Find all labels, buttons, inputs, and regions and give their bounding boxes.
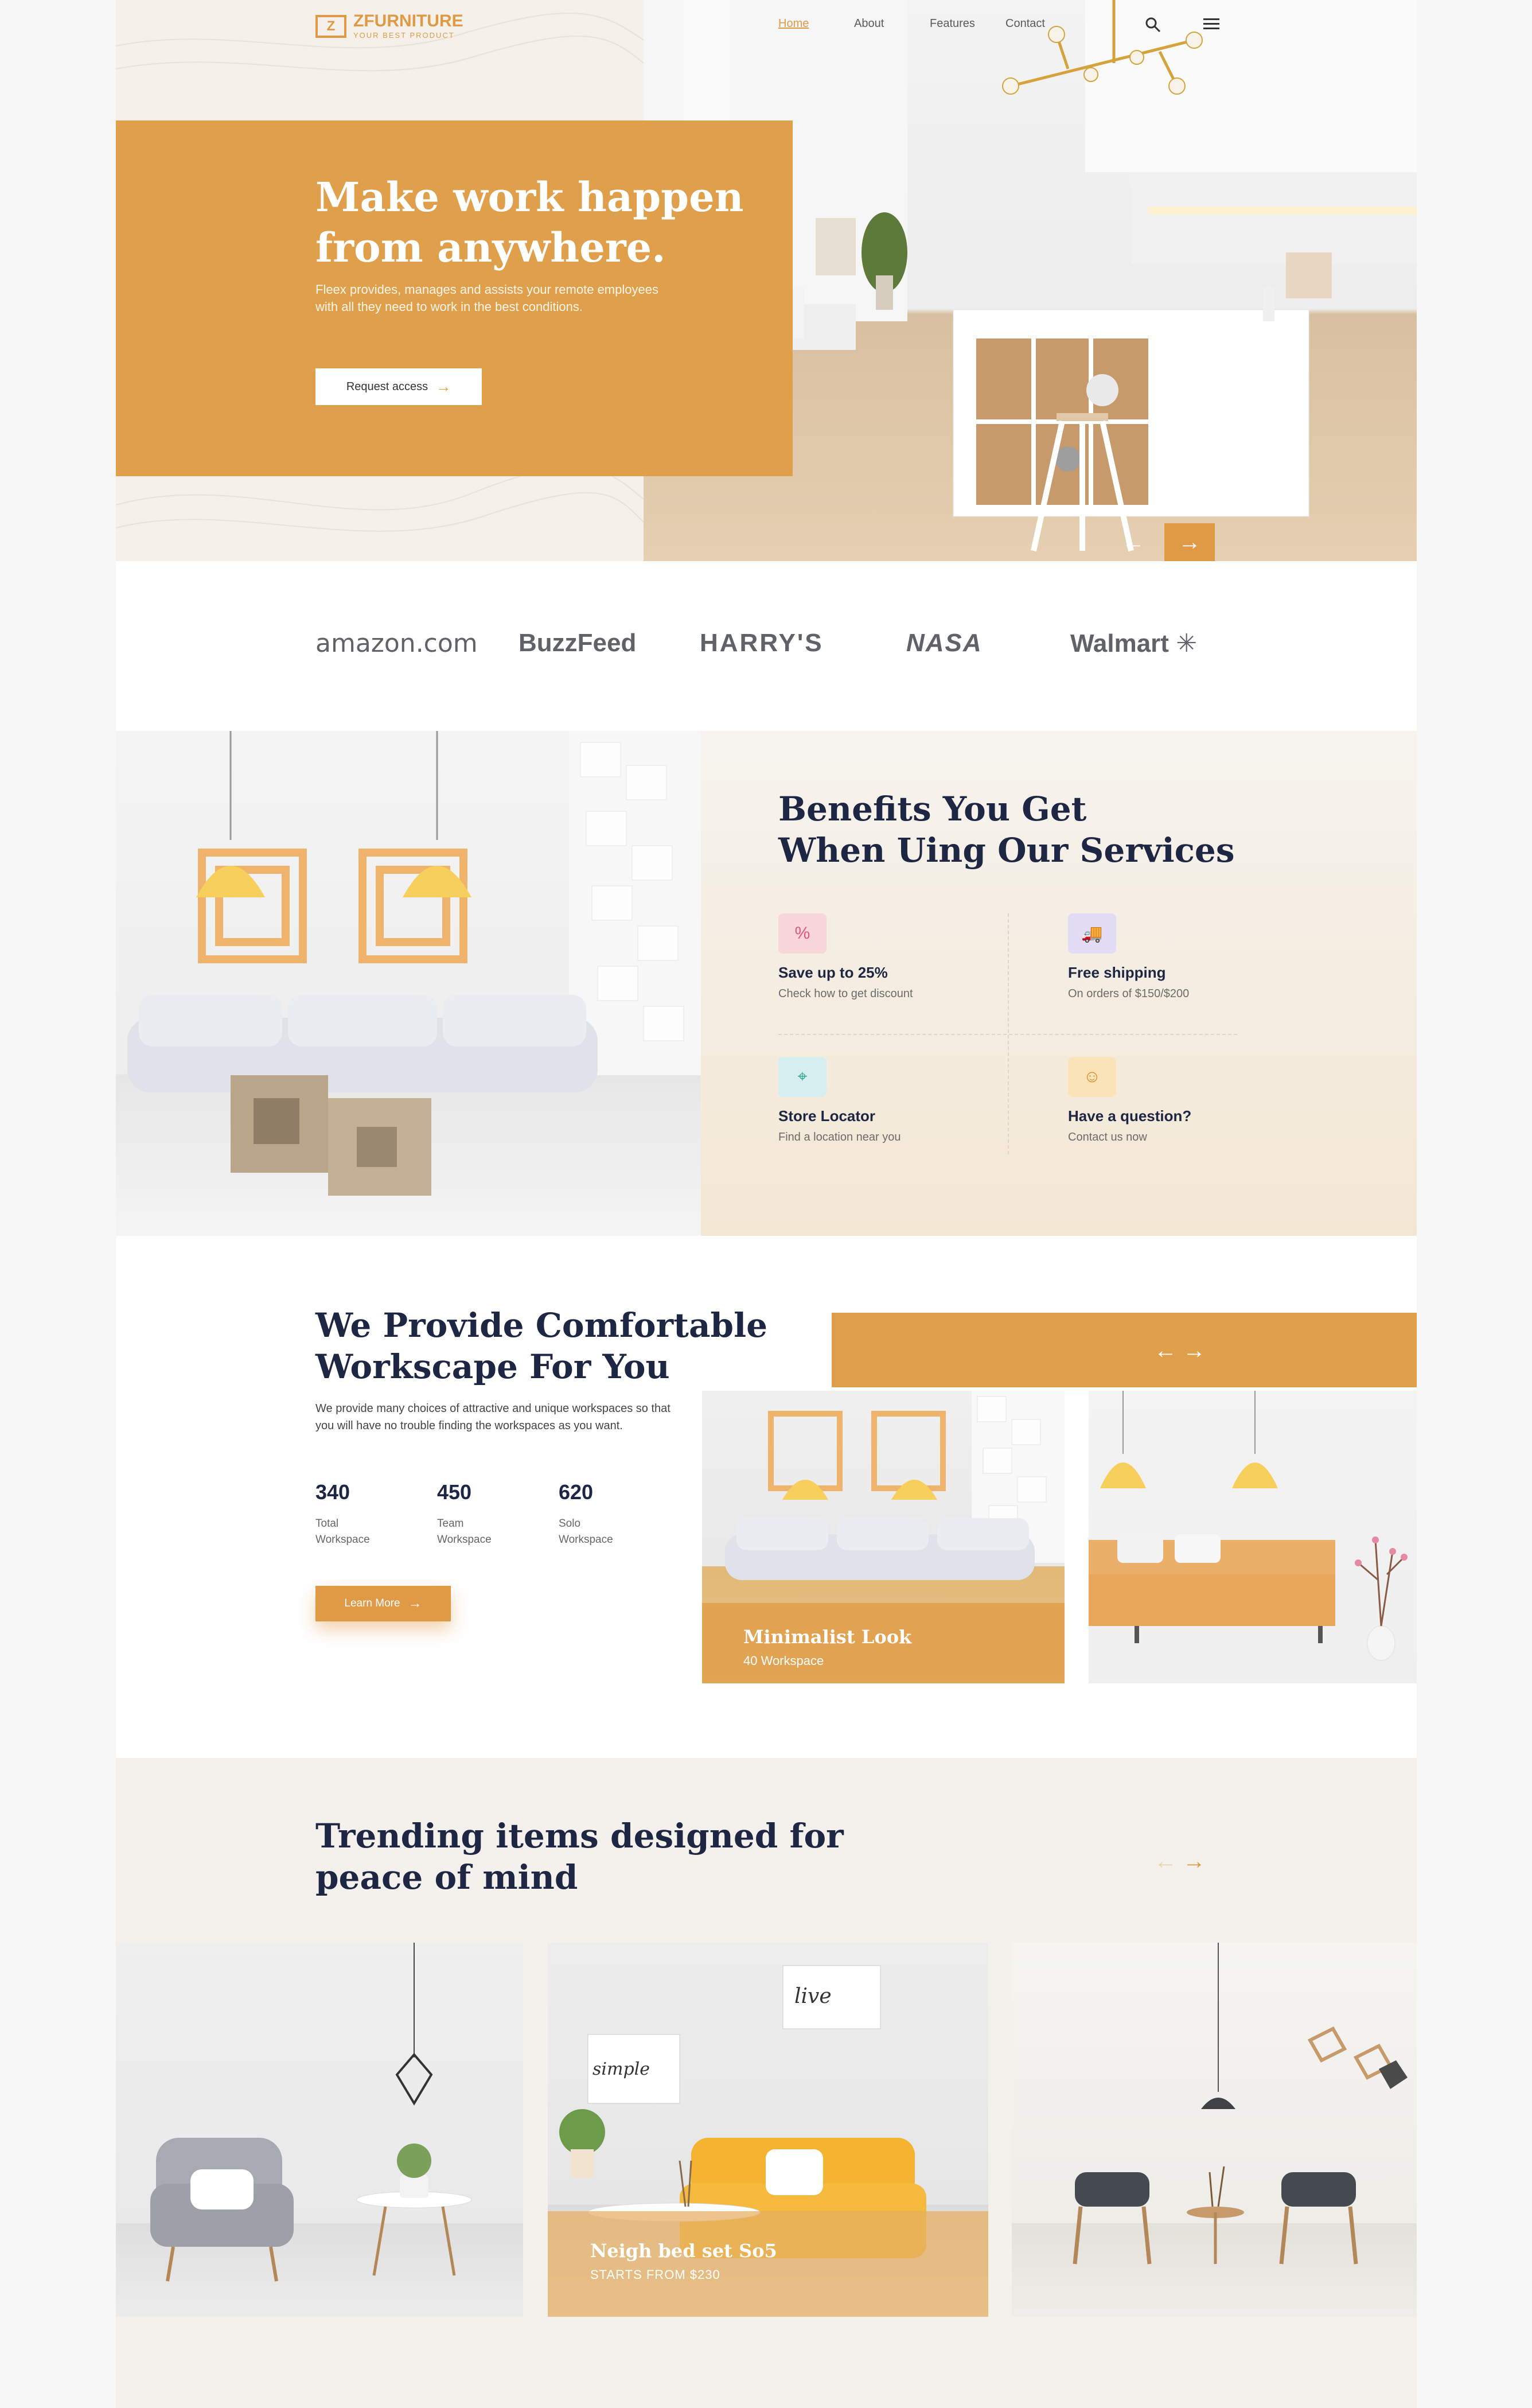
stat-label: Team Workspace [437,1518,492,1546]
workspace-card-caption: Minimalist Look 40 Workspace [702,1603,1065,1683]
trending-next-arrow[interactable]: → [1183,1849,1211,1874]
nav-item-about[interactable]: About [854,17,930,30]
workspace-card-minimalist[interactable]: Minimalist Look 40 Workspace [702,1391,1065,1683]
nav-item-home[interactable]: Home [778,17,854,30]
search-icon[interactable] [1144,16,1161,33]
nav-item-contact[interactable]: Contact [1005,17,1081,30]
logo-wordmark: ZFURNITURE YOUR BEST PRODUCT [353,13,463,40]
hero-title: Make work happen from anywhere. [315,172,786,273]
landing-page: Z ZFURNITURE YOUR BEST PRODUCT Home Abou… [116,0,1417,2408]
benefit-title: Free shipping [1068,964,1166,981]
trending-title-line2: peace of mind [315,1858,578,1897]
workspace-card-title: Minimalist Look [743,1626,912,1648]
discount-icon: % [778,913,827,954]
brand-logo-nasa: NASA [906,629,983,657]
learn-more-label: Learn More [344,1597,400,1609]
brand-logos-strip: amazon.com BuzzFeed HARRY'S NASA Walmart… [116,561,1417,731]
trending-card-wood-chairs[interactable] [1012,1943,1417,2317]
trending-title: Trending items designed for peace of min… [315,1815,878,1898]
hamburger-menu-icon[interactable] [1203,18,1219,31]
brand-logo-walmart: Walmart ✳ [1070,629,1197,658]
stat-value: 340 [315,1480,350,1504]
orange-sofa-illustration [1089,1391,1408,1661]
brand-logo-harrys: HARRY'S [700,629,824,657]
trending-carousel-arrows: ←→ [1154,1849,1211,1874]
hero-title-line2: from anywhere. [315,224,666,271]
benefits-horizontal-divider [778,1034,1237,1035]
living-room-illustration [127,731,701,1196]
benefit-item-discount[interactable]: % Save up to 25% Check how to get discou… [778,913,1048,1001]
hero-section: Z ZFURNITURE YOUR BEST PRODUCT Home Abou… [116,0,1417,561]
benefits-title: Benefits You Get When Uing Our Services [778,788,1295,871]
stat-team-workspace: 450 Team Workspace [437,1480,535,1548]
workspace-title-line1: We Provide Comfortable [315,1306,768,1345]
location-pin-icon: ⌖ [778,1057,827,1097]
site-logo[interactable]: Z ZFURNITURE YOUR BEST PRODUCT [315,13,463,40]
benefit-subtitle: Find a location near you [778,1131,901,1143]
trending-section: Trending items designed for peace of min… [116,1758,1417,2408]
benefit-subtitle: Contact us now [1068,1131,1147,1143]
grey-armchair-illustration [150,1943,472,2282]
stat-total-workspace: 340 Total Workspace [315,1480,413,1548]
trending-card-yellow-sofa[interactable]: live simple Neigh bed set So5 STARTS FRO… [548,1943,988,2317]
learn-more-button[interactable]: Learn More → [315,1586,451,1621]
hero-next-button[interactable]: → [1164,523,1215,561]
benefit-subtitle: On orders of $150/$200 [1068,987,1190,1000]
hero-prev-button[interactable]: ← [1108,523,1159,561]
walmart-spark-icon: ✳ [1176,629,1198,658]
support-agent-icon: ☺ [1068,1057,1116,1097]
wood-chairs-illustration [1073,1943,1408,2265]
workspace-carousel-arrows[interactable]: ←→ [1154,1338,1211,1364]
trending-card-grey-armchair[interactable] [116,1943,523,2317]
logo-mark-icon: Z [315,14,346,38]
workspace-card-orange-sofa[interactable] [1089,1391,1417,1683]
hero-card: Make work happen from anywhere. Fleex pr… [116,120,793,476]
workspace-title-line2: Workscape For You [315,1347,670,1386]
hero-title-line1: Make work happen [315,173,744,221]
logo-name: ZFURNITURE [353,11,463,30]
wall-art-live: live [794,1985,832,2008]
trending-prev-arrow[interactable]: ← [1154,1849,1183,1874]
workspace-title: We Provide Comfortable Workscape For You [315,1305,786,1387]
main-nav: Home About Features Contact [778,17,1081,30]
stat-solo-workspace: 620 Solo Workspace [559,1480,656,1548]
benefits-title-line1: Benefits You Get [778,789,1087,828]
free-shipping-icon: 🚚 [1068,913,1116,954]
stat-label: Solo Workspace [559,1518,613,1546]
stat-label: Total Workspace [315,1518,370,1546]
trending-card-caption: Neigh bed set So5 STARTS FROM $230 [548,2211,988,2317]
brand-logo-walmart-text: Walmart [1070,629,1169,658]
arrow-right-icon: → [408,1596,422,1611]
stat-value: 450 [437,1480,472,1504]
hero-description: Fleex provides, manages and assists your… [315,282,658,314]
wall-art-simple: simple [592,2059,650,2079]
request-access-button[interactable]: Request access → [315,368,482,405]
workspace-section: We Provide Comfortable Workscape For You… [116,1236,1417,1758]
workspace-description: We provide many choices of attractive an… [315,1402,671,1432]
brand-logo-buzzfeed: BuzzFeed [519,629,637,657]
benefit-title: Have a question? [1068,1107,1192,1125]
request-access-label: Request access [346,380,428,393]
arrow-right-icon: → [436,378,451,395]
benefit-title: Store Locator [778,1107,876,1125]
brand-logo-amazon: amazon.com [315,629,478,658]
living-room-image [116,731,701,1236]
workspace-card-subtitle: 40 Workspace [743,1654,824,1668]
trending-title-line1: Trending items designed for [315,1816,844,1855]
benefits-section: Benefits You Get When Uing Our Services … [116,731,1417,1236]
workspace-accent-band [832,1313,1417,1387]
benefit-subtitle: Check how to get discount [778,987,913,1000]
logo-tagline: YOUR BEST PRODUCT [353,31,455,40]
benefit-title: Save up to 25% [778,964,888,981]
benefit-item-store-locator[interactable]: ⌖ Store Locator Find a location near you [778,1057,1048,1144]
nav-item-features[interactable]: Features [930,17,1005,30]
benefit-item-question[interactable]: ☺ Have a question? Contact us now [1068,1057,1338,1144]
benefit-item-free-shipping[interactable]: 🚚 Free shipping On orders of $150/$200 [1068,913,1338,1001]
stat-value: 620 [559,1480,594,1504]
benefits-title-line2: When Uing Our Services [778,831,1235,870]
trending-card-title: Neigh bed set So5 [590,2240,777,2262]
trending-card-subtitle: STARTS FROM $230 [590,2267,720,2282]
